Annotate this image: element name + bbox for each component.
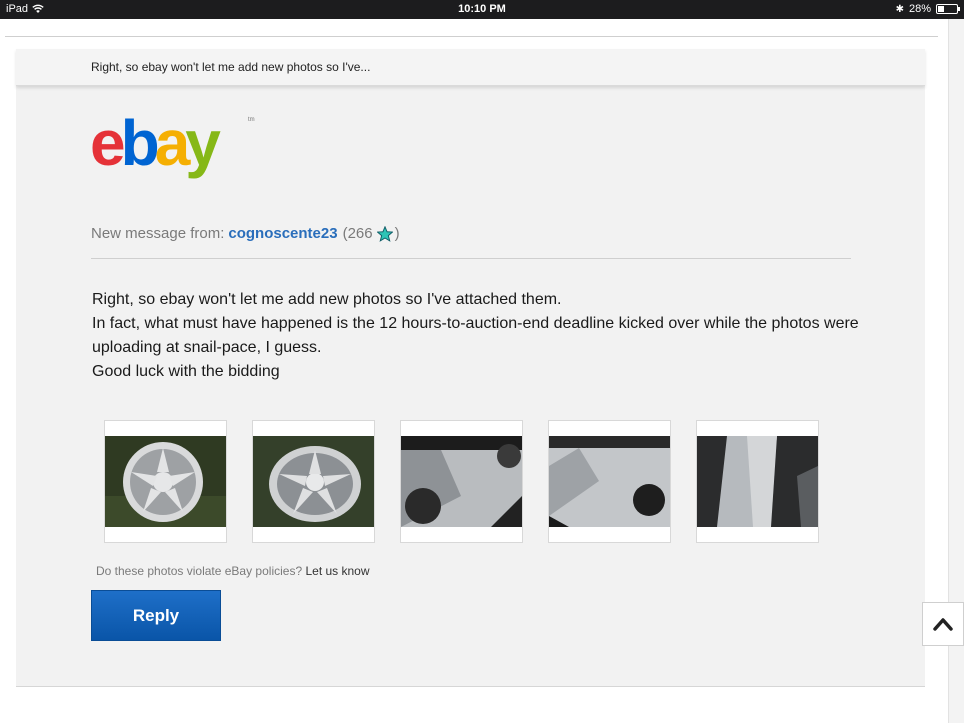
logo-letter-e: e	[90, 107, 126, 179]
preheader-bar: Right, so ebay won't let me add new phot…	[16, 49, 925, 86]
report-link[interactable]: Let us know	[305, 564, 369, 578]
message-line-1: Right, so ebay won't let me add new phot…	[92, 291, 562, 308]
message-card: Right, so ebay won't let me add new phot…	[16, 49, 925, 687]
battery-icon	[936, 4, 960, 14]
wheel-photo-3[interactable]	[400, 420, 523, 543]
message-body: Right, so ebay won't let me add new phot…	[92, 288, 862, 384]
logo-letter-y: y	[185, 107, 221, 179]
status-right: ✱ 28%	[895, 3, 960, 15]
ebay-logo: ebay tm	[90, 111, 255, 175]
policy-question: Do these photos violate eBay policies?	[96, 564, 303, 578]
wheel-image	[105, 436, 226, 527]
bluetooth-icon: ✱	[895, 3, 904, 15]
wheel-closeup-image	[697, 436, 818, 527]
message-line-3: Good luck with the bidding	[92, 363, 280, 380]
wheel-image	[253, 436, 374, 527]
wheel-closeup-image	[549, 436, 670, 527]
wheel-photo-2[interactable]	[252, 420, 375, 543]
header-divider	[91, 258, 851, 259]
wheel-photo-1[interactable]	[104, 420, 227, 543]
clock: 10:10 PM	[458, 3, 506, 15]
reply-button[interactable]: Reply	[91, 590, 221, 641]
feedback-close: )	[394, 225, 400, 242]
trademark: tm	[248, 117, 255, 123]
photo-attachments	[104, 420, 819, 543]
card-bottom-divider	[16, 686, 925, 687]
sender-username[interactable]: cognoscente23	[228, 225, 337, 242]
wheel-photo-4[interactable]	[548, 420, 671, 543]
wheel-closeup-image	[401, 436, 522, 527]
status-bar: iPad 10:10 PM ✱ 28%	[0, 0, 964, 19]
logo-letter-b: b	[120, 107, 160, 179]
from-label: New message from:	[91, 225, 225, 242]
sender-line: New message from: cognoscente23 (266 )	[91, 225, 400, 242]
scroll-to-top-button[interactable]	[922, 602, 964, 646]
chevron-up-icon	[933, 618, 953, 631]
preheader-text: Right, so ebay won't let me add new phot…	[91, 60, 371, 74]
policy-notice: Do these photos violate eBay policies? L…	[96, 564, 370, 578]
battery-percent: 28%	[908, 3, 931, 15]
logo-letter-a: a	[154, 107, 191, 179]
message-line-2: In fact, what must have happened is the …	[92, 315, 859, 356]
turquoise-star-icon	[376, 225, 393, 242]
wheel-photo-5[interactable]	[696, 420, 819, 543]
feedback-score: (266	[342, 225, 373, 242]
top-divider	[5, 36, 938, 37]
